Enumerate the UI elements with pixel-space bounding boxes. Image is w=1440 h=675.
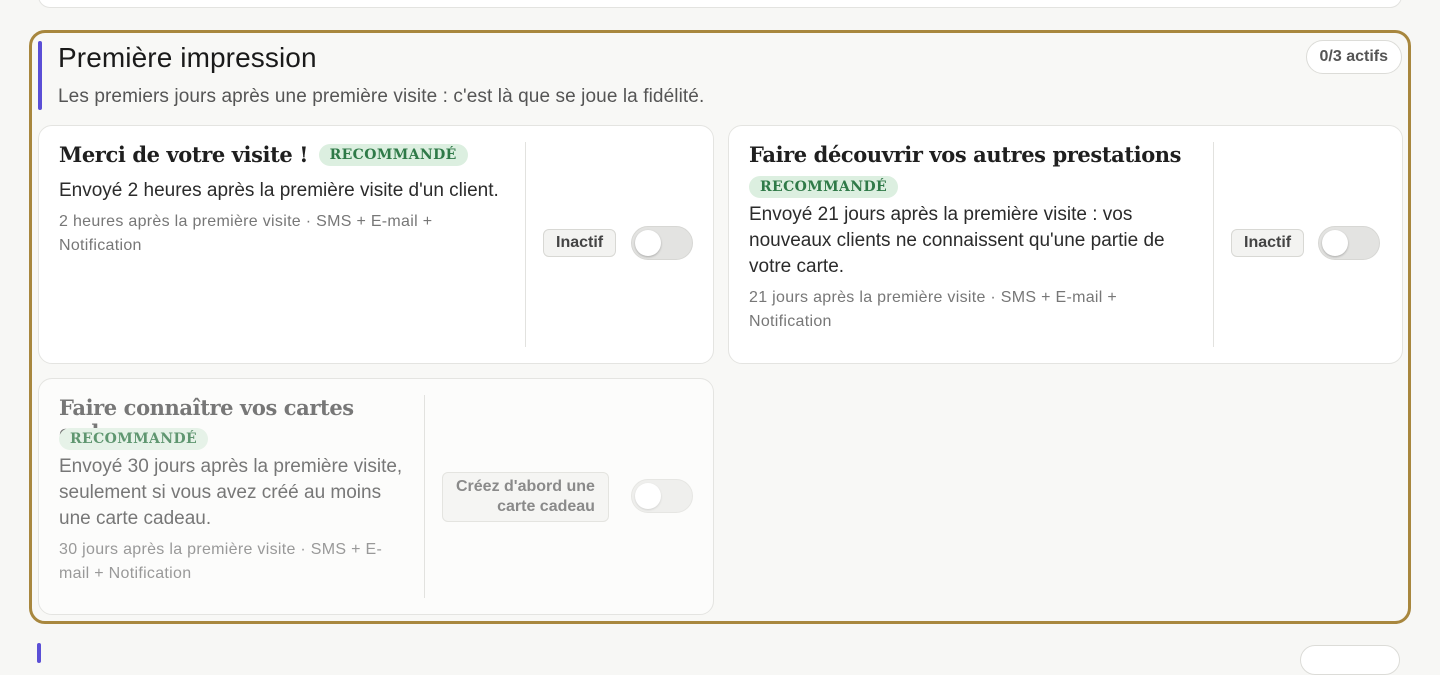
toggle-knob [635,230,661,256]
card-meta: 30 jours après la première visite · SMS … [59,541,383,558]
previous-section-card [38,0,1402,8]
card-description: votre carte. [749,256,845,277]
card-title: Faire connaître vos cartes cadeaux [59,395,354,445]
card-divider [424,395,425,598]
card-divider [525,142,526,347]
section-subtitle: Les premiers jours après une première vi… [58,86,705,107]
next-section-count-badge [1300,645,1400,675]
activation-toggle[interactable] [631,226,693,260]
toggle-knob [635,483,661,509]
status-pill-line: Créez d'abord une [456,478,595,495]
card-description: Envoyé 2 heures après la première visite… [59,180,499,201]
automation-card-merci: Merci de votre visite ! RECOMMANDÉ Envoy… [38,125,714,364]
card-meta: 21 jours après la première visite · SMS … [749,289,1118,306]
card-description: seulement si vous avez créé au moins [59,482,382,503]
active-count-badge: 0/3 actifs [1305,40,1402,74]
toggle-knob [1322,230,1348,256]
card-description: Envoyé 30 jours après la première visite… [59,456,403,477]
status-pill-line: carte cadeau [497,498,595,515]
status-pill: Inactif [1231,229,1305,257]
premiere-impression-section: Première impression Les premiers jours a… [29,30,1411,624]
section-accent-bar [38,41,42,110]
status-pill: Inactif [543,229,617,257]
card-title: Faire découvrir vos autres prestations [749,142,1182,167]
automation-card-cartes-cadeaux: Faire connaître vos cartes cadeaux RECOM… [38,378,714,615]
card-description: Envoyé 21 jours après la première visite… [749,204,1133,225]
recommended-badge: RECOMMANDÉ [318,143,468,166]
card-meta: Notification [749,313,832,330]
next-section-accent-bar [37,643,41,663]
card-meta: mail + Notification [59,565,192,582]
recommended-badge: RECOMMANDÉ [749,176,899,198]
card-title: Merci de votre visite ! [59,142,309,167]
card-description: nouveaux clients ne connaissent qu'une p… [749,230,1165,251]
card-description: une carte cadeau. [59,508,212,529]
section-title: Première impression [58,42,317,73]
card-meta: Notification [59,237,142,254]
activation-toggle-disabled [631,479,693,513]
card-divider [1213,142,1214,347]
card-meta: 2 heures après la première visite · SMS … [59,213,433,230]
status-pill-create-gift-card: Créez d'abord une carte cadeau [442,472,609,522]
automation-card-prestations: Faire découvrir vos autres prestations R… [728,125,1403,364]
recommended-badge: RECOMMANDÉ [59,428,209,450]
activation-toggle[interactable] [1318,226,1380,260]
